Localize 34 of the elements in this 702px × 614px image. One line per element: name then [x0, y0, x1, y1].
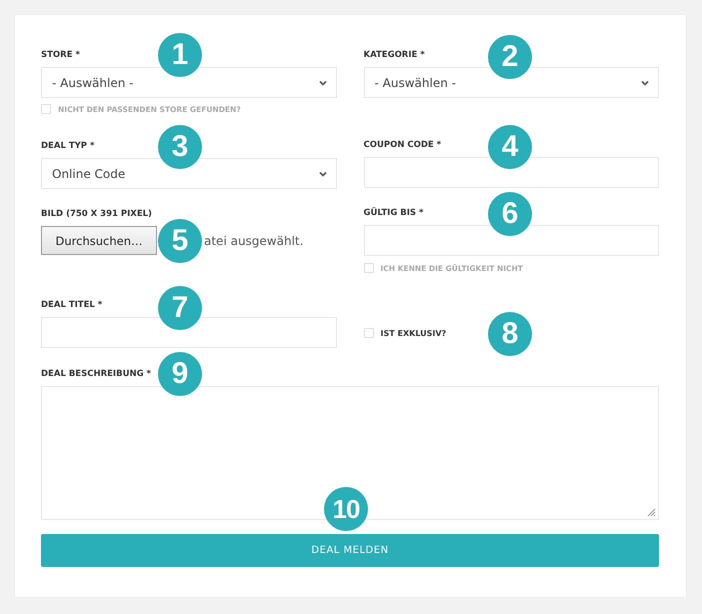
step-marker: 3 [158, 125, 202, 169]
checkbox[interactable] [364, 263, 374, 273]
step-marker: 1 [158, 33, 202, 77]
field-label: DEAL BESCHREIBUNG * [41, 368, 151, 380]
checkbox[interactable] [364, 328, 374, 338]
field-label: DEAL TYP * [41, 140, 94, 152]
resize-grip-icon[interactable] [647, 508, 656, 517]
field-label: COUPON CODE * [364, 139, 442, 151]
input-field[interactable] [364, 157, 659, 188]
step-marker: 8 [488, 312, 532, 356]
step-marker: 9 [158, 352, 202, 396]
chevron-down-icon [318, 170, 326, 176]
file-status: atei ausgewählt. [204, 234, 304, 248]
checkbox[interactable] [41, 104, 51, 114]
browse-button[interactable]: Durchsuchen… [41, 226, 157, 255]
chevron-down-icon [318, 80, 326, 86]
step-marker: 5 [158, 219, 202, 263]
field-label: BILD (750 X 391 PIXEL) [41, 208, 152, 220]
select-field[interactable]: - Auswählen - [364, 67, 659, 98]
textarea-field[interactable] [41, 386, 659, 520]
select-field[interactable]: Online Code [41, 158, 336, 189]
step-marker: 4 [488, 125, 532, 169]
select-field[interactable]: - Auswählen - [41, 67, 336, 98]
field-label: GÜLTIG BIS * [364, 207, 424, 219]
step-marker: 7 [158, 286, 202, 330]
step-marker: 6 [488, 192, 532, 236]
input-field[interactable] [41, 317, 336, 348]
field-label: DEAL TITEL * [41, 299, 102, 311]
chevron-down-icon [641, 80, 649, 86]
input-field[interactable] [364, 225, 659, 256]
checkbox-label: IST EXKLUSIV? [380, 328, 446, 338]
field-label: KATEGORIE * [364, 49, 425, 61]
step-marker: 2 [488, 35, 532, 79]
field-label: STORE * [41, 49, 80, 61]
